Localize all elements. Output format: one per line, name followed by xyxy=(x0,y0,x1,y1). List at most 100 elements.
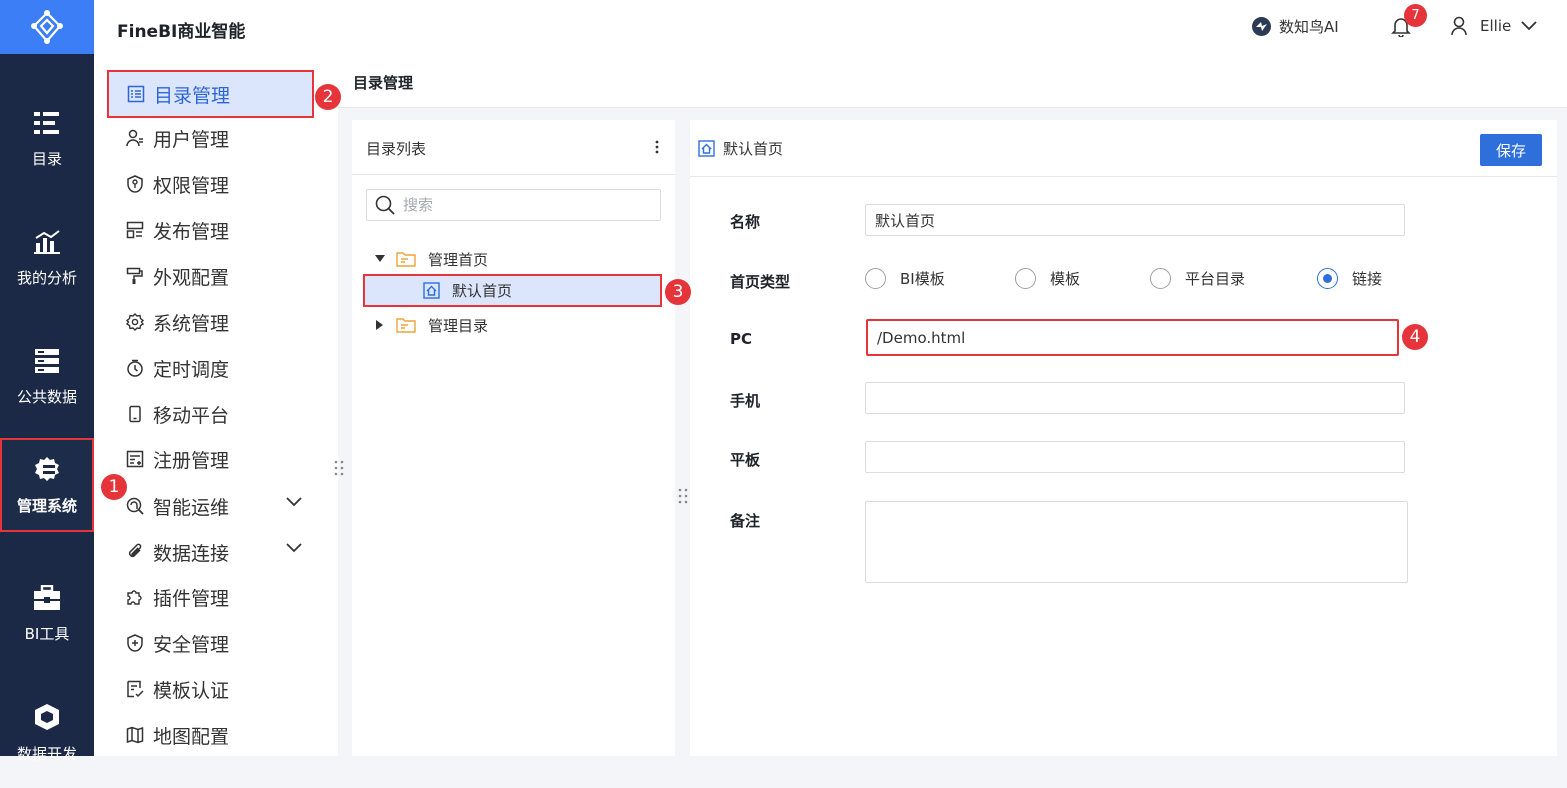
ai-assistant-button[interactable]: 数知鸟AI xyxy=(1251,16,1339,37)
search-icon xyxy=(375,195,395,215)
resize-handle[interactable] xyxy=(678,487,688,505)
submenu-item-label: 用户管理 xyxy=(153,128,230,151)
name-field[interactable] xyxy=(865,204,1405,236)
rail-item-label: 公共数据 xyxy=(16,387,77,406)
submenu-item-label: 系统管理 xyxy=(153,312,230,335)
rail-item-my-analysis[interactable]: 我的分析 xyxy=(0,203,94,313)
tree-node-admin-home[interactable]: 管理首页 xyxy=(374,243,488,275)
submenu-item-label: 地图配置 xyxy=(153,725,230,748)
map-icon xyxy=(126,726,144,744)
submenu-item-label: 移动平台 xyxy=(153,404,230,427)
tree-node-default-home[interactable]: 默认首页 xyxy=(363,274,662,307)
puzzle-icon xyxy=(127,590,142,605)
primary-nav-rail: 目录 我的分析 公共数据 管理系统 BI工具 数据开发 xyxy=(0,0,94,763)
submenu-item-label: 目录管理 xyxy=(154,84,231,107)
resize-handle[interactable] xyxy=(334,459,344,477)
ai-bird-icon xyxy=(1252,17,1271,36)
list-icon xyxy=(127,85,145,103)
user-icon xyxy=(1451,16,1467,36)
shield-key-icon xyxy=(127,175,143,193)
submenu-item-plugin-management[interactable]: 插件管理 xyxy=(108,575,312,619)
radio-bi-template[interactable]: BI模板 xyxy=(865,268,945,289)
submenu-item-publish-management[interactable]: 发布管理 xyxy=(108,208,312,252)
catalog-search[interactable] xyxy=(366,189,661,221)
gear-icon xyxy=(126,313,144,331)
rail-item-management-system[interactable]: 管理系统 xyxy=(0,438,94,532)
submenu-item-catalog-management[interactable]: 目录管理 xyxy=(107,70,314,118)
rail-item-catalog[interactable]: 目录 xyxy=(0,84,94,194)
catalog-list-panel: 目录列表 管理首页 默认首页 xyxy=(352,120,675,756)
home-page-detail-panel: 默认首页 保存 名称 首页类型 BI模板 模板 平台目录 链接 PC 手机 平板… xyxy=(690,120,1557,756)
radio-label: 模板 xyxy=(1050,270,1081,288)
expand-arrow-right-icon[interactable] xyxy=(374,320,386,330)
radio-link[interactable]: 链接 xyxy=(1317,268,1382,289)
submenu-item-permission-management[interactable]: 权限管理 xyxy=(108,162,312,206)
page-title: 目录管理 xyxy=(353,74,414,92)
top-header: FineBI商业智能 数知鸟AI 7 Ellie xyxy=(94,0,1567,54)
more-vertical-icon[interactable] xyxy=(655,140,659,154)
detail-header: 默认首页 保存 xyxy=(690,120,1557,177)
search-input[interactable] xyxy=(403,196,643,214)
tablet-url-field[interactable] xyxy=(865,441,1405,473)
folder-icon xyxy=(396,252,416,267)
radio-label: BI模板 xyxy=(900,270,945,288)
radio-platform-catalog[interactable]: 平台目录 xyxy=(1150,268,1245,289)
chevron-down-icon xyxy=(286,543,302,553)
submenu-item-map-config[interactable]: 地图配置 xyxy=(108,713,312,757)
mobile-icon xyxy=(129,405,141,423)
ops-icon xyxy=(126,497,144,515)
radio-circle[interactable] xyxy=(865,268,886,289)
rail-item-public-data[interactable]: 公共数据 xyxy=(0,322,94,432)
submenu-item-label: 外观配置 xyxy=(153,266,230,289)
notification-count-badge: 7 xyxy=(1404,4,1427,27)
submenu-item-label: 安全管理 xyxy=(153,633,230,656)
submenu-item-smart-ops[interactable]: 智能运维 xyxy=(108,484,312,528)
submenu-item-label: 模板认证 xyxy=(153,679,230,702)
submenu-item-scheduling[interactable]: 定时调度 xyxy=(108,346,312,390)
submenu-item-label: 注册管理 xyxy=(153,449,230,472)
save-button[interactable]: 保存 xyxy=(1480,134,1542,166)
submenu-item-system-management[interactable]: 系统管理 xyxy=(108,300,312,344)
tree-node-admin-catalog[interactable]: 管理目录 xyxy=(374,309,488,341)
remark-field[interactable] xyxy=(865,501,1408,583)
submenu-item-user-management[interactable]: 用户管理 xyxy=(108,116,312,160)
public-data-icon xyxy=(35,348,59,373)
tree-node-label: 管理首页 xyxy=(428,250,489,269)
user-menu[interactable]: Ellie xyxy=(1450,16,1537,36)
rail-item-label: 管理系统 xyxy=(16,496,77,515)
logo[interactable] xyxy=(0,0,94,54)
expand-arrow-down-icon[interactable] xyxy=(374,255,386,263)
submenu-item-label: 插件管理 xyxy=(153,587,230,610)
submenu-item-data-connection[interactable]: 数据连接 xyxy=(108,530,312,574)
submenu-item-label: 权限管理 xyxy=(153,174,230,197)
rail-item-data-dev[interactable]: 数据开发 xyxy=(0,678,94,788)
app-title: FineBI商业智能 xyxy=(117,22,246,42)
radio-circle-selected[interactable] xyxy=(1317,268,1338,289)
publish-icon xyxy=(126,221,144,239)
mobile-label: 手机 xyxy=(730,392,761,410)
submenu-item-appearance[interactable]: 外观配置 xyxy=(108,254,312,298)
mobile-url-field[interactable] xyxy=(865,382,1405,414)
tablet-label: 平板 xyxy=(730,451,761,469)
submenu-item-mobile-platform[interactable]: 移动平台 xyxy=(108,392,312,436)
radio-circle[interactable] xyxy=(1150,268,1171,289)
timer-icon xyxy=(127,359,143,377)
submenu-item-security-management[interactable]: 安全管理 xyxy=(108,621,312,665)
chevron-down-icon xyxy=(1521,21,1537,31)
tree-node-label: 默认首页 xyxy=(452,282,513,300)
submenu-item-label: 数据连接 xyxy=(153,542,230,565)
toolbox-icon xyxy=(34,584,60,610)
rail-item-label: 我的分析 xyxy=(16,268,77,287)
certificate-icon xyxy=(127,680,144,698)
catalog-list-title: 目录列表 xyxy=(366,140,427,158)
rail-item-bi-tools[interactable]: BI工具 xyxy=(0,559,94,669)
submenu-item-registration[interactable]: 注册管理 xyxy=(108,437,312,481)
radio-template[interactable]: 模板 xyxy=(1015,268,1080,289)
detail-title: 默认首页 xyxy=(698,138,783,159)
submenu-item-template-certification[interactable]: 模板认证 xyxy=(108,667,312,711)
pc-url-field[interactable] xyxy=(866,319,1399,356)
radio-label: 链接 xyxy=(1352,270,1383,288)
name-label: 名称 xyxy=(730,213,761,231)
home-page-icon xyxy=(698,140,715,157)
radio-circle[interactable] xyxy=(1015,268,1036,289)
